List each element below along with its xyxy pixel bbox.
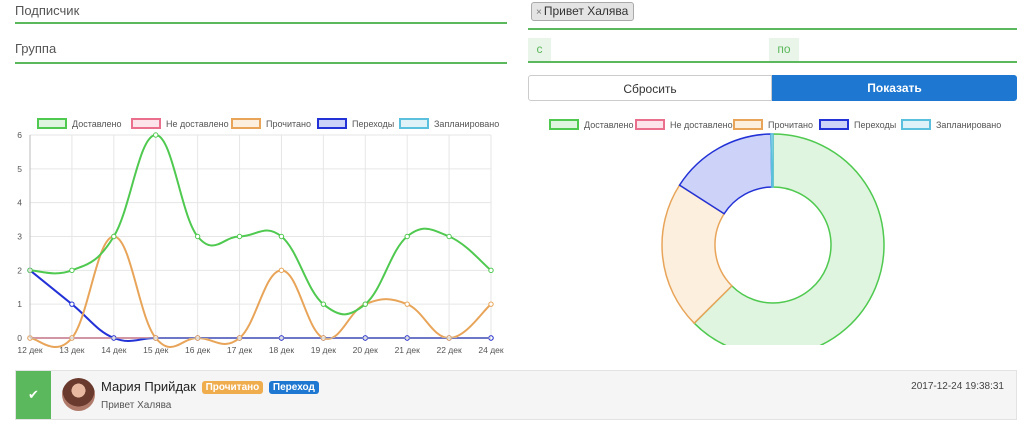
donut-chart-slices: [661, 133, 885, 345]
legend-swatch: [37, 118, 67, 129]
message-sender: Мария Прийдак Прочитано Переход: [101, 379, 319, 394]
x-tick-label: 20 дек: [353, 345, 379, 355]
legend-swatch: [131, 118, 161, 129]
legend-label: Прочитано: [768, 120, 813, 130]
x-tick-label: 12 дек: [17, 345, 43, 355]
avatar: [62, 378, 95, 411]
check-icon: ✔: [16, 371, 51, 419]
legend-label: Запланировано: [434, 119, 499, 129]
message-text: Привет Халява: [101, 400, 172, 411]
data-point: [69, 267, 75, 274]
data-point: [404, 301, 410, 307]
date-to-input[interactable]: [800, 38, 1019, 63]
legend-label: Переходы: [352, 119, 394, 129]
sender-name: Мария Прийдак: [101, 379, 196, 394]
x-tick-label: 15 дек: [143, 345, 169, 355]
legend-swatch: [317, 118, 347, 129]
legend-label: Не доставлено: [166, 119, 229, 129]
data-point: [111, 233, 117, 240]
y-tick-label: 5: [17, 164, 22, 174]
y-tick-label: 4: [17, 198, 22, 208]
legend-label: Доставлено: [584, 120, 634, 130]
x-tick-label: 22 дек: [436, 345, 462, 355]
series-line: [29, 269, 491, 342]
y-tick-label: 1: [17, 299, 22, 309]
line-chart-legend: Доставлено Не доставлено Прочитано Переходы…: [37, 118, 499, 129]
y-tick-label: 3: [17, 232, 22, 242]
legend-swatch: [399, 118, 429, 129]
donut-slice: [770, 133, 774, 188]
y-tick-label: 2: [17, 265, 22, 275]
date-from-label: с: [528, 38, 551, 61]
legend-swatch: [635, 119, 665, 130]
data-point: [362, 301, 368, 307]
x-tick-label: 21 дек: [395, 345, 421, 355]
x-tick-label: 17 дек: [227, 345, 253, 355]
legend-swatch: [733, 119, 763, 130]
data-point: [278, 233, 285, 240]
y-tick-label: 0: [17, 333, 22, 343]
read-badge: Прочитано: [201, 381, 264, 394]
x-tick-label: 24 дек: [478, 345, 504, 355]
legend-swatch: [901, 119, 931, 130]
legend-label: Переходы: [854, 120, 896, 130]
legend-swatch: [549, 119, 579, 130]
donut-chart: Доставлено Не доставлено Прочитано Переходы…: [549, 119, 1001, 345]
x-tick-label: 16 дек: [185, 345, 211, 355]
data-point: [488, 301, 494, 307]
x-tick-label: 18 дек: [269, 345, 295, 355]
legend-swatch: [819, 119, 849, 130]
selected-tag-label: Привет Халява: [543, 4, 629, 18]
x-tick-label: 19 дек: [311, 345, 337, 355]
y-tick-label: 6: [17, 130, 22, 140]
data-point: [278, 267, 285, 274]
subscriber-placeholder: Подписчик: [15, 3, 80, 18]
legend-label: Запланировано: [936, 120, 1001, 130]
data-point: [488, 267, 494, 274]
line-chart-grid: [29, 134, 492, 339]
donut-chart-legend: Доставлено Не доставлено Прочитано Переходы…: [549, 119, 1001, 130]
tag-remove-icon[interactable]: ×: [536, 7, 542, 18]
data-point: [404, 233, 410, 240]
data-point: [153, 132, 159, 138]
data-point: [69, 301, 75, 307]
date-from-input[interactable]: [552, 38, 771, 63]
legend-label: Не доставлено: [670, 120, 733, 130]
line-chart: Доставлено Не доставлено Прочитано Переходы…: [17, 118, 504, 355]
x-tick-label: 13 дек: [59, 345, 85, 355]
data-point: [446, 233, 452, 240]
series-line: [29, 133, 492, 316]
data-point: [194, 233, 201, 240]
tag-select[interactable]: × Привет Халява: [528, 0, 1017, 30]
data-point: [320, 301, 327, 307]
data-point: [236, 233, 243, 240]
message-time: 2017-12-24 19:38:31: [911, 381, 1004, 392]
group-field[interactable]: Группа: [15, 36, 507, 64]
reset-button[interactable]: Сбросить: [528, 75, 772, 101]
group-placeholder: Группа: [15, 41, 57, 56]
show-button[interactable]: Показать: [772, 75, 1017, 101]
legend-label: Доставлено: [72, 119, 122, 129]
legend-swatch: [231, 118, 261, 129]
message-row[interactable]: ✔ Мария Прийдак Прочитано Переход Привет…: [15, 370, 1017, 420]
subscriber-field[interactable]: Подписчик: [15, 0, 507, 24]
selected-tag: × Привет Халява: [531, 2, 635, 21]
legend-label: Прочитано: [266, 119, 311, 129]
line-chart-series: [27, 132, 494, 349]
click-badge: Переход: [268, 381, 319, 394]
date-to-label: по: [769, 38, 799, 61]
x-tick-label: 14 дек: [101, 345, 127, 355]
date-range: с по: [528, 36, 1019, 63]
